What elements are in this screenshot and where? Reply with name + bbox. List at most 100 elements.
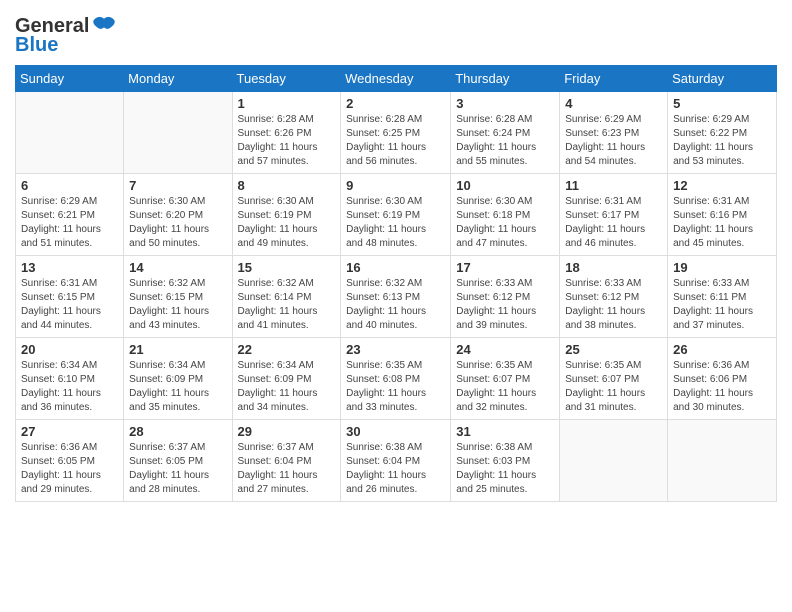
calendar-day-cell: 25 Sunrise: 6:35 AMSunset: 6:07 PMDayligh… <box>560 338 668 420</box>
calendar-day-cell: 22 Sunrise: 6:34 AMSunset: 6:09 PMDayligh… <box>232 338 341 420</box>
calendar-day-cell: 31 Sunrise: 6:38 AMSunset: 6:03 PMDayligh… <box>451 420 560 502</box>
day-info: Sunrise: 6:37 AMSunset: 6:04 PMDaylight:… <box>238 441 336 497</box>
calendar-day-cell: 27 Sunrise: 6:36 AMSunset: 6:05 PMDayligh… <box>16 420 124 502</box>
page: General Blue SundayMondayTuesdayWednesda… <box>0 0 792 612</box>
calendar-day-cell: 6 Sunrise: 6:29 AMSunset: 6:21 PMDaylight… <box>16 174 124 256</box>
day-info: Sunrise: 6:30 AMSunset: 6:18 PMDaylight:… <box>456 195 554 251</box>
day-number: 29 <box>238 424 336 439</box>
day-number: 3 <box>456 96 554 111</box>
day-info: Sunrise: 6:28 AMSunset: 6:24 PMDaylight:… <box>456 113 554 169</box>
calendar-day-cell: 24Sunrise: 6:35 AMSunset: 6:07 PMDayligh… <box>451 338 560 420</box>
calendar-day-cell: 11 Sunrise: 6:31 AMSunset: 6:17 PMDayligh… <box>560 174 668 256</box>
calendar-day-cell: 14 Sunrise: 6:32 AMSunset: 6:15 PMDayligh… <box>124 256 232 338</box>
day-info: Sunrise: 6:34 AMSunset: 6:09 PMDaylight:… <box>129 359 226 415</box>
day-info: Sunrise: 6:28 AMSunset: 6:26 PMDaylight:… <box>238 113 336 169</box>
day-info: Sunrise: 6:33 AMSunset: 6:12 PMDaylight:… <box>456 277 554 333</box>
day-number: 23 <box>346 342 445 357</box>
day-info: Sunrise: 6:32 AMSunset: 6:15 PMDaylight:… <box>129 277 226 333</box>
day-info: Sunrise: 6:32 AMSunset: 6:13 PMDaylight:… <box>346 277 445 333</box>
calendar-day-cell: 4Sunrise: 6:29 AMSunset: 6:23 PMDaylight… <box>560 92 668 174</box>
calendar-day-cell: 12 Sunrise: 6:31 AMSunset: 6:16 PMDayligh… <box>668 174 777 256</box>
weekday-header: Saturday <box>668 66 777 92</box>
day-info: Sunrise: 6:37 AMSunset: 6:05 PMDaylight:… <box>129 441 226 497</box>
day-info: Sunrise: 6:31 AMSunset: 6:15 PMDaylight:… <box>21 277 118 333</box>
calendar-day-cell <box>16 92 124 174</box>
day-info: Sunrise: 6:36 AMSunset: 6:06 PMDaylight:… <box>673 359 771 415</box>
day-number: 27 <box>21 424 118 439</box>
day-number: 31 <box>456 424 554 439</box>
day-number: 19 <box>673 260 771 275</box>
day-number: 15 <box>238 260 336 275</box>
calendar-day-cell: 21 Sunrise: 6:34 AMSunset: 6:09 PMDayligh… <box>124 338 232 420</box>
day-number: 9 <box>346 178 445 193</box>
day-number: 11 <box>565 178 662 193</box>
day-info: Sunrise: 6:34 AMSunset: 6:10 PMDaylight:… <box>21 359 118 415</box>
day-info: Sunrise: 6:38 AMSunset: 6:03 PMDaylight:… <box>456 441 554 497</box>
calendar-day-cell <box>124 92 232 174</box>
calendar-day-cell: 29 Sunrise: 6:37 AMSunset: 6:04 PMDayligh… <box>232 420 341 502</box>
day-info: Sunrise: 6:38 AMSunset: 6:04 PMDaylight:… <box>346 441 445 497</box>
calendar-day-cell <box>560 420 668 502</box>
calendar-day-cell: 9 Sunrise: 6:30 AMSunset: 6:19 PMDaylight… <box>341 174 451 256</box>
calendar-day-cell: 1Sunrise: 6:28 AMSunset: 6:26 PMDaylight… <box>232 92 341 174</box>
day-number: 28 <box>129 424 226 439</box>
day-number: 26 <box>673 342 771 357</box>
day-number: 25 <box>565 342 662 357</box>
day-info: Sunrise: 6:30 AMSunset: 6:19 PMDaylight:… <box>346 195 445 251</box>
day-number: 20 <box>21 342 118 357</box>
day-info: Sunrise: 6:31 AMSunset: 6:16 PMDaylight:… <box>673 195 771 251</box>
weekday-header: Sunday <box>16 66 124 92</box>
day-number: 2 <box>346 96 445 111</box>
calendar-day-cell: 10Sunrise: 6:30 AMSunset: 6:18 PMDayligh… <box>451 174 560 256</box>
day-info: Sunrise: 6:36 AMSunset: 6:05 PMDaylight:… <box>21 441 118 497</box>
day-info: Sunrise: 6:31 AMSunset: 6:17 PMDaylight:… <box>565 195 662 251</box>
logo-blue-text: Blue <box>15 34 58 57</box>
day-info: Sunrise: 6:29 AMSunset: 6:22 PMDaylight:… <box>673 113 771 169</box>
calendar-day-cell: 5 Sunrise: 6:29 AMSunset: 6:22 PMDaylight… <box>668 92 777 174</box>
day-number: 18 <box>565 260 662 275</box>
day-number: 21 <box>129 342 226 357</box>
calendar-day-cell <box>668 420 777 502</box>
day-number: 6 <box>21 178 118 193</box>
calendar-day-cell: 20 Sunrise: 6:34 AMSunset: 6:10 PMDayligh… <box>16 338 124 420</box>
calendar-week-row: 13 Sunrise: 6:31 AMSunset: 6:15 PMDayligh… <box>16 256 777 338</box>
weekday-header: Thursday <box>451 66 560 92</box>
calendar-day-cell: 2 Sunrise: 6:28 AMSunset: 6:25 PMDaylight… <box>341 92 451 174</box>
weekday-header: Friday <box>560 66 668 92</box>
calendar-day-cell: 23Sunrise: 6:35 AMSunset: 6:08 PMDayligh… <box>341 338 451 420</box>
calendar-week-row: 27 Sunrise: 6:36 AMSunset: 6:05 PMDayligh… <box>16 420 777 502</box>
weekday-header: Tuesday <box>232 66 341 92</box>
calendar-day-cell: 30 Sunrise: 6:38 AMSunset: 6:04 PMDayligh… <box>341 420 451 502</box>
day-number: 8 <box>238 178 336 193</box>
day-number: 13 <box>21 260 118 275</box>
day-info: Sunrise: 6:33 AMSunset: 6:12 PMDaylight:… <box>565 277 662 333</box>
day-number: 5 <box>673 96 771 111</box>
day-info: Sunrise: 6:30 AMSunset: 6:20 PMDaylight:… <box>129 195 226 251</box>
day-info: Sunrise: 6:30 AMSunset: 6:19 PMDaylight:… <box>238 195 336 251</box>
day-number: 7 <box>129 178 226 193</box>
calendar-day-cell: 8 Sunrise: 6:30 AMSunset: 6:19 PMDaylight… <box>232 174 341 256</box>
day-number: 22 <box>238 342 336 357</box>
weekday-header: Monday <box>124 66 232 92</box>
calendar-week-row: 6 Sunrise: 6:29 AMSunset: 6:21 PMDaylight… <box>16 174 777 256</box>
day-info: Sunrise: 6:28 AMSunset: 6:25 PMDaylight:… <box>346 113 445 169</box>
calendar-day-cell: 17 Sunrise: 6:33 AMSunset: 6:12 PMDayligh… <box>451 256 560 338</box>
weekday-header: Wednesday <box>341 66 451 92</box>
day-info: Sunrise: 6:32 AMSunset: 6:14 PMDaylight:… <box>238 277 336 333</box>
day-number: 17 <box>456 260 554 275</box>
day-number: 4 <box>565 96 662 111</box>
day-number: 30 <box>346 424 445 439</box>
calendar-day-cell: 16Sunrise: 6:32 AMSunset: 6:13 PMDayligh… <box>341 256 451 338</box>
header: General Blue <box>15 10 777 57</box>
day-info: Sunrise: 6:29 AMSunset: 6:21 PMDaylight:… <box>21 195 118 251</box>
day-number: 12 <box>673 178 771 193</box>
day-info: Sunrise: 6:35 AMSunset: 6:07 PMDaylight:… <box>456 359 554 415</box>
calendar-week-row: 1Sunrise: 6:28 AMSunset: 6:26 PMDaylight… <box>16 92 777 174</box>
day-info: Sunrise: 6:34 AMSunset: 6:09 PMDaylight:… <box>238 359 336 415</box>
logo: General Blue <box>15 15 116 57</box>
calendar-header-row: SundayMondayTuesdayWednesdayThursdayFrid… <box>16 66 777 92</box>
calendar-day-cell: 18 Sunrise: 6:33 AMSunset: 6:12 PMDayligh… <box>560 256 668 338</box>
day-info: Sunrise: 6:35 AMSunset: 6:07 PMDaylight:… <box>565 359 662 415</box>
calendar-day-cell: 19Sunrise: 6:33 AMSunset: 6:11 PMDayligh… <box>668 256 777 338</box>
day-number: 14 <box>129 260 226 275</box>
